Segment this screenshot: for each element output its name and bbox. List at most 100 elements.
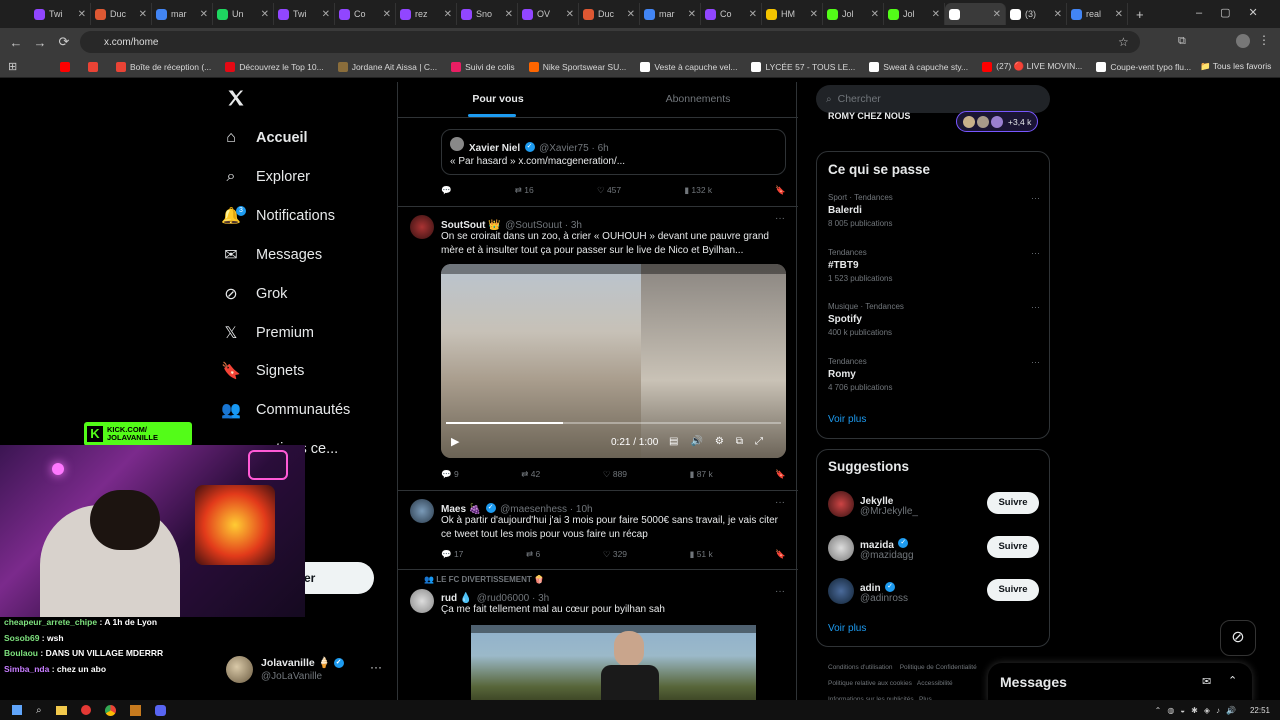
x-logo-icon[interactable] [226,88,246,108]
more-icon[interactable]: ··· [1031,248,1040,258]
windows-start-icon[interactable] [12,705,22,715]
play-icon[interactable]: ▶ [451,435,459,448]
close-icon[interactable]: ✕ [444,9,452,20]
tweet[interactable]: Maes 🍇 ✓ @maesenhess · 10h ··· Ok à part… [398,491,798,569]
bookmark-item[interactable]: Jordane Ait Aissa | C... [337,61,437,72]
messages-drawer[interactable]: Messages ✉ ⌃ [988,663,1252,703]
more-icon[interactable]: ··· [1031,302,1040,312]
tab-for-you[interactable]: Pour vous [398,82,598,117]
address-bar[interactable]: x.com/home [80,31,1140,53]
tweet[interactable]: 👥 LE FC DIVERTISSEMENT 🍿 rud 💧 @rud06000… [398,570,798,702]
close-icon[interactable]: ✕ [566,9,574,20]
nav-item-premium[interactable]: 𝕏 Premium [220,318,314,348]
show-more-link[interactable]: Voir plus [828,623,866,634]
browser-tab[interactable]: mar ✕ [640,3,701,25]
bookmark-item[interactable]: (27) 🔴 LIVE MOVIN... [982,61,1082,72]
views-count[interactable]: ▮ 87 k [690,469,713,480]
app-icon[interactable] [80,705,91,715]
footer-link[interactable]: Accessibilité [917,680,953,687]
expand-icon[interactable]: ⌃ [1228,674,1237,687]
suggestion-item[interactable]: mazida ✓ @mazidagg Suivre [828,533,1040,567]
trend-item[interactable]: Tendances #TBT9 1 523 publications ··· [828,248,1040,298]
quoted-tweet[interactable]: Xavier Niel ✓ @Xavier75 · 6h « Par hasar… [441,129,786,175]
forward-icon[interactable]: → [28,35,52,50]
bookmark-item[interactable]: Coupe-vent typo flu... [1096,61,1191,72]
bookmark-item[interactable]: Sweat à capuche sty... [869,61,968,72]
new-message-icon[interactable]: ✉ [1202,675,1211,688]
reply-icon[interactable]: 💬 [441,185,452,196]
browser-tab[interactable]: Jol ✕ [884,3,945,25]
trend-item[interactable]: Sport · Tendances Balerdi 8 005 publicat… [828,193,1040,243]
browser-tab[interactable]: Duc ✕ [91,3,152,25]
nav-item-grok[interactable]: ⊘ Grok [220,279,287,309]
video-controls[interactable]: ▤🔊⚙⧉⤢ [669,436,775,447]
bookmark-item[interactable]: LYCÉE 57 - TOUS LE... [751,61,855,72]
views-count[interactable]: ▮ 132 k [684,185,712,196]
bookmark-icon[interactable]: 🔖 [775,185,786,196]
tab-following[interactable]: Abonnements [598,82,798,117]
tweet[interactable]: SoutSout 👑 @SoutSouut · 3h ··· On se cro… [398,207,798,490]
suggestion-item[interactable]: Jekylle @MrJekylle_ Suivre [828,489,1040,523]
apps-grid-icon[interactable]: ⊞ [8,60,17,73]
menu-icon[interactable]: ⋮ [1258,33,1270,47]
close-icon[interactable]: ✕ [78,9,86,20]
like-button[interactable]: ♡ 457 [597,185,621,196]
close-icon[interactable]: ✕ [993,9,1001,20]
follow-button[interactable]: Suivre [987,492,1039,514]
close-icon[interactable]: ✕ [505,9,513,20]
folder-icon[interactable] [55,705,67,715]
bookmark-item[interactable]: Veste à capuche vel... [640,61,737,72]
search-icon[interactable]: ⌕ [36,705,42,716]
more-icon[interactable]: ··· [775,586,785,597]
close-icon[interactable]: ✕ [1054,9,1062,20]
bookmark-item[interactable]: Boîte de réception (... [116,61,211,72]
browser-tab[interactable]: HM ✕ [762,3,823,25]
show-more-link[interactable]: Voir plus [828,414,866,425]
close-icon[interactable]: ✕ [871,9,879,20]
more-icon[interactable]: ··· [775,497,785,508]
views-count[interactable]: ▮ 51 k [690,549,713,560]
bookmark-item[interactable] [60,61,74,72]
retweet-button[interactable]: ⇄ 6 [526,549,540,560]
browser-tab[interactable]: Duc ✕ [579,3,640,25]
reply-button[interactable]: 💬 9 [441,469,459,480]
video-player[interactable] [441,625,786,702]
footer-link[interactable]: Politique relative aux cookies [828,680,912,687]
more-icon[interactable]: ··· [370,660,382,674]
back-icon[interactable]: ← [4,35,28,50]
bookmark-item[interactable] [88,61,102,72]
browser-tab[interactable]: ✕ [945,3,1006,25]
bookmark-item[interactable]: Nike Sportswear SU... [528,61,626,72]
all-favorites[interactable]: 📁 Tous les favoris [1200,61,1271,72]
close-icon[interactable]: ✕ [1115,9,1123,20]
footer-link[interactable]: Conditions d'utilisation [828,664,892,671]
nav-item-messages[interactable]: ✉ Messages [220,240,322,270]
app-icon[interactable] [129,704,141,716]
reply-button[interactable]: 💬 17 [441,549,463,560]
grok-floating-button[interactable]: ⊘ [1220,620,1256,656]
bookmark-icon[interactable]: 🔖 [775,469,786,480]
close-icon[interactable]: ✕ [932,9,940,20]
bookmark-item[interactable]: Découvrez le Top 10... [225,61,324,72]
close-icon[interactable]: ✕ [688,9,696,20]
nav-item-explorer[interactable]: ⌕ Explorer [220,162,310,192]
browser-tab[interactable]: Sno ✕ [457,3,518,25]
bookmark-icon[interactable]: 🔖 [775,549,786,560]
more-icon[interactable]: ··· [1031,193,1040,203]
suggestion-item[interactable]: adin ✓ @adinross Suivre [828,576,1040,610]
profile-avatar[interactable] [1236,34,1250,48]
close-icon[interactable]: ✕ [749,9,757,20]
discord-icon[interactable] [154,704,166,716]
video-player[interactable]: ▶ 0:21 / 1:00 ▤🔊⚙⧉⤢ [441,264,786,458]
close-icon[interactable]: ✕ [322,9,330,20]
browser-tab[interactable]: Jol ✕ [823,3,884,25]
close-icon[interactable]: ✕ [810,9,818,20]
like-button[interactable]: ♡ 329 [603,549,627,560]
search-box[interactable]: ⌕ Chercher [816,85,1050,113]
chrome-icon[interactable] [104,704,116,716]
extensions-icon[interactable]: ⧉ [1178,35,1186,48]
browser-tab[interactable]: Twi ✕ [30,3,91,25]
trend-item[interactable]: Tendances Romy 4 706 publications ··· [828,357,1040,407]
nav-item-signets[interactable]: 🔖 Signets [220,356,304,386]
follow-button[interactable]: Suivre [987,535,1039,558]
